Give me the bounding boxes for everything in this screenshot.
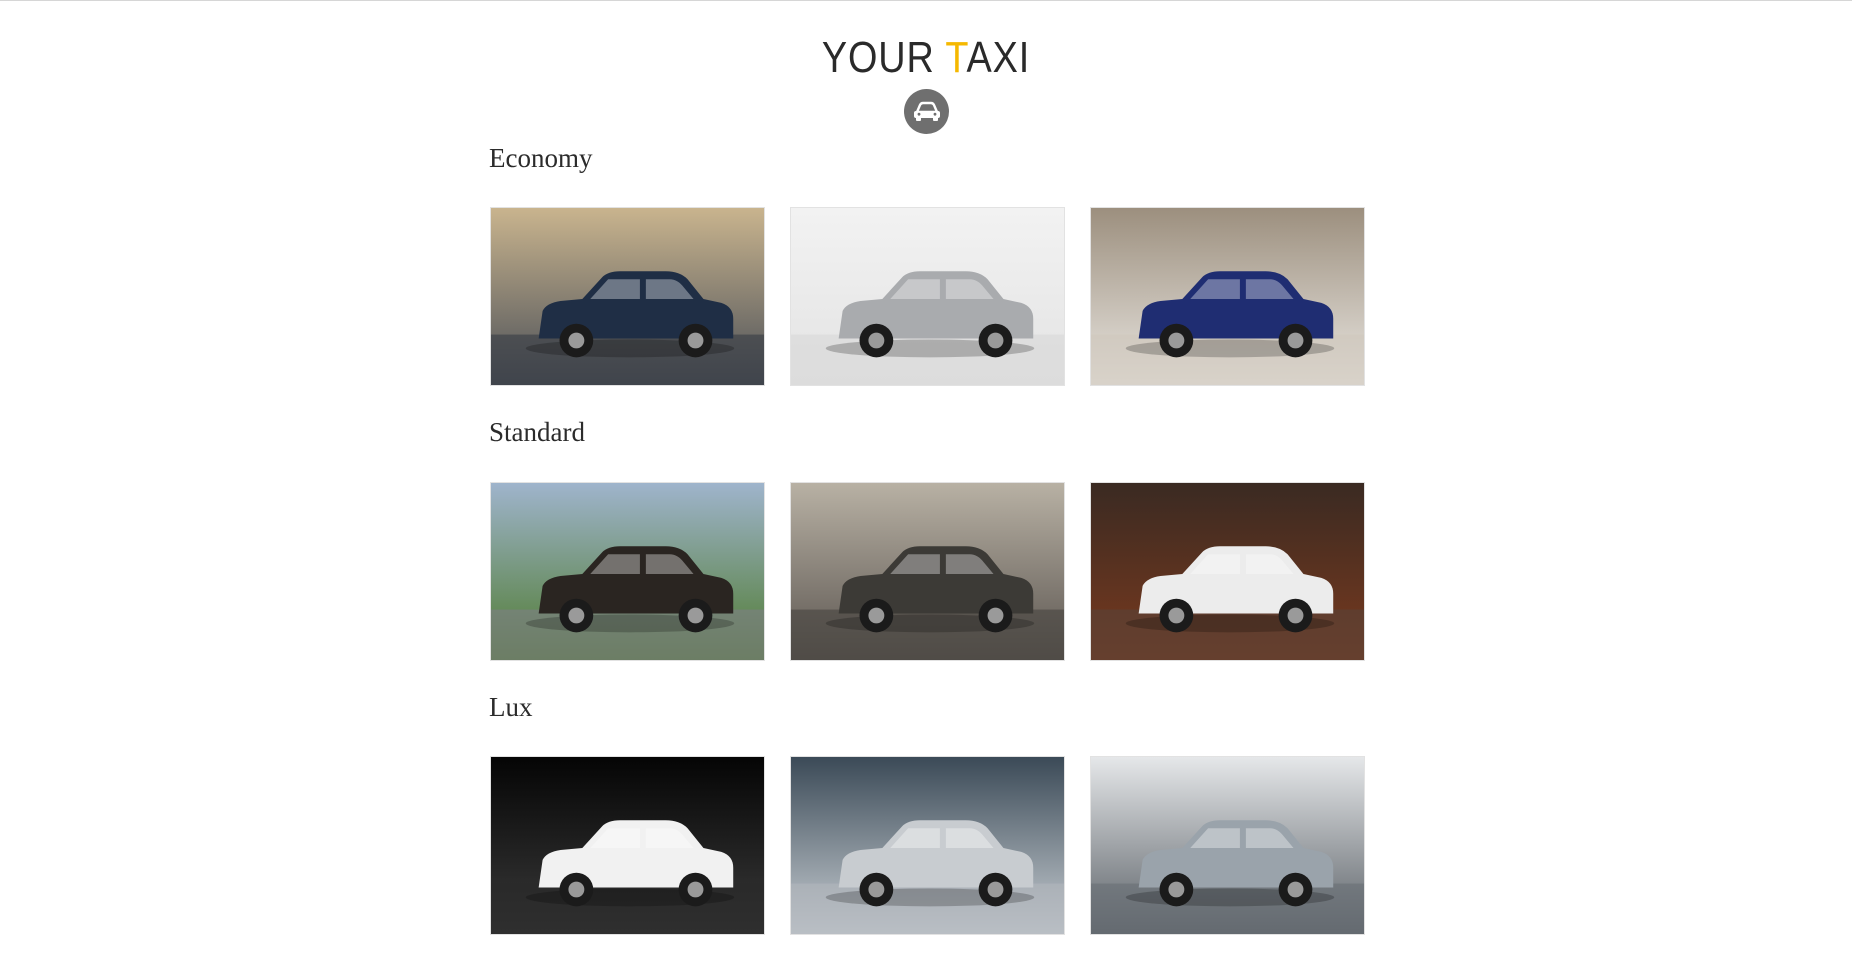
brand-prefix: YOUR xyxy=(821,33,946,82)
top-divider xyxy=(0,0,1852,1)
taxi-badge[interactable] xyxy=(904,89,949,134)
brand-logo[interactable]: YOUR TAXI xyxy=(130,34,1723,82)
brand-suffix: AXI xyxy=(966,33,1031,82)
car-photo xyxy=(491,757,764,934)
car-card-lux-3[interactable] xyxy=(1090,756,1365,935)
car-photo xyxy=(791,208,1064,385)
car-card-lux-2[interactable] xyxy=(790,756,1065,935)
car-photo xyxy=(491,208,764,385)
car-card-economy-2[interactable] xyxy=(790,207,1065,386)
car-photo xyxy=(1091,483,1364,660)
car-card-standard-3[interactable] xyxy=(1090,482,1365,661)
car-card-lux-1[interactable] xyxy=(490,756,765,935)
car-card-standard-1[interactable] xyxy=(490,482,765,661)
car-photo xyxy=(791,757,1064,934)
section-title-lux: Lux xyxy=(489,692,533,722)
section-title-economy: Economy xyxy=(489,143,593,173)
brand-accent-letter: T xyxy=(945,33,967,82)
car-photo xyxy=(491,483,764,660)
car-icon xyxy=(913,101,940,121)
car-photo xyxy=(1091,757,1364,934)
car-card-economy-1[interactable] xyxy=(490,207,765,386)
car-photo xyxy=(1091,208,1364,385)
car-card-standard-2[interactable] xyxy=(790,482,1065,661)
car-photo xyxy=(791,483,1064,660)
section-title-standard: Standard xyxy=(489,417,585,447)
car-card-economy-3[interactable] xyxy=(1090,207,1365,386)
